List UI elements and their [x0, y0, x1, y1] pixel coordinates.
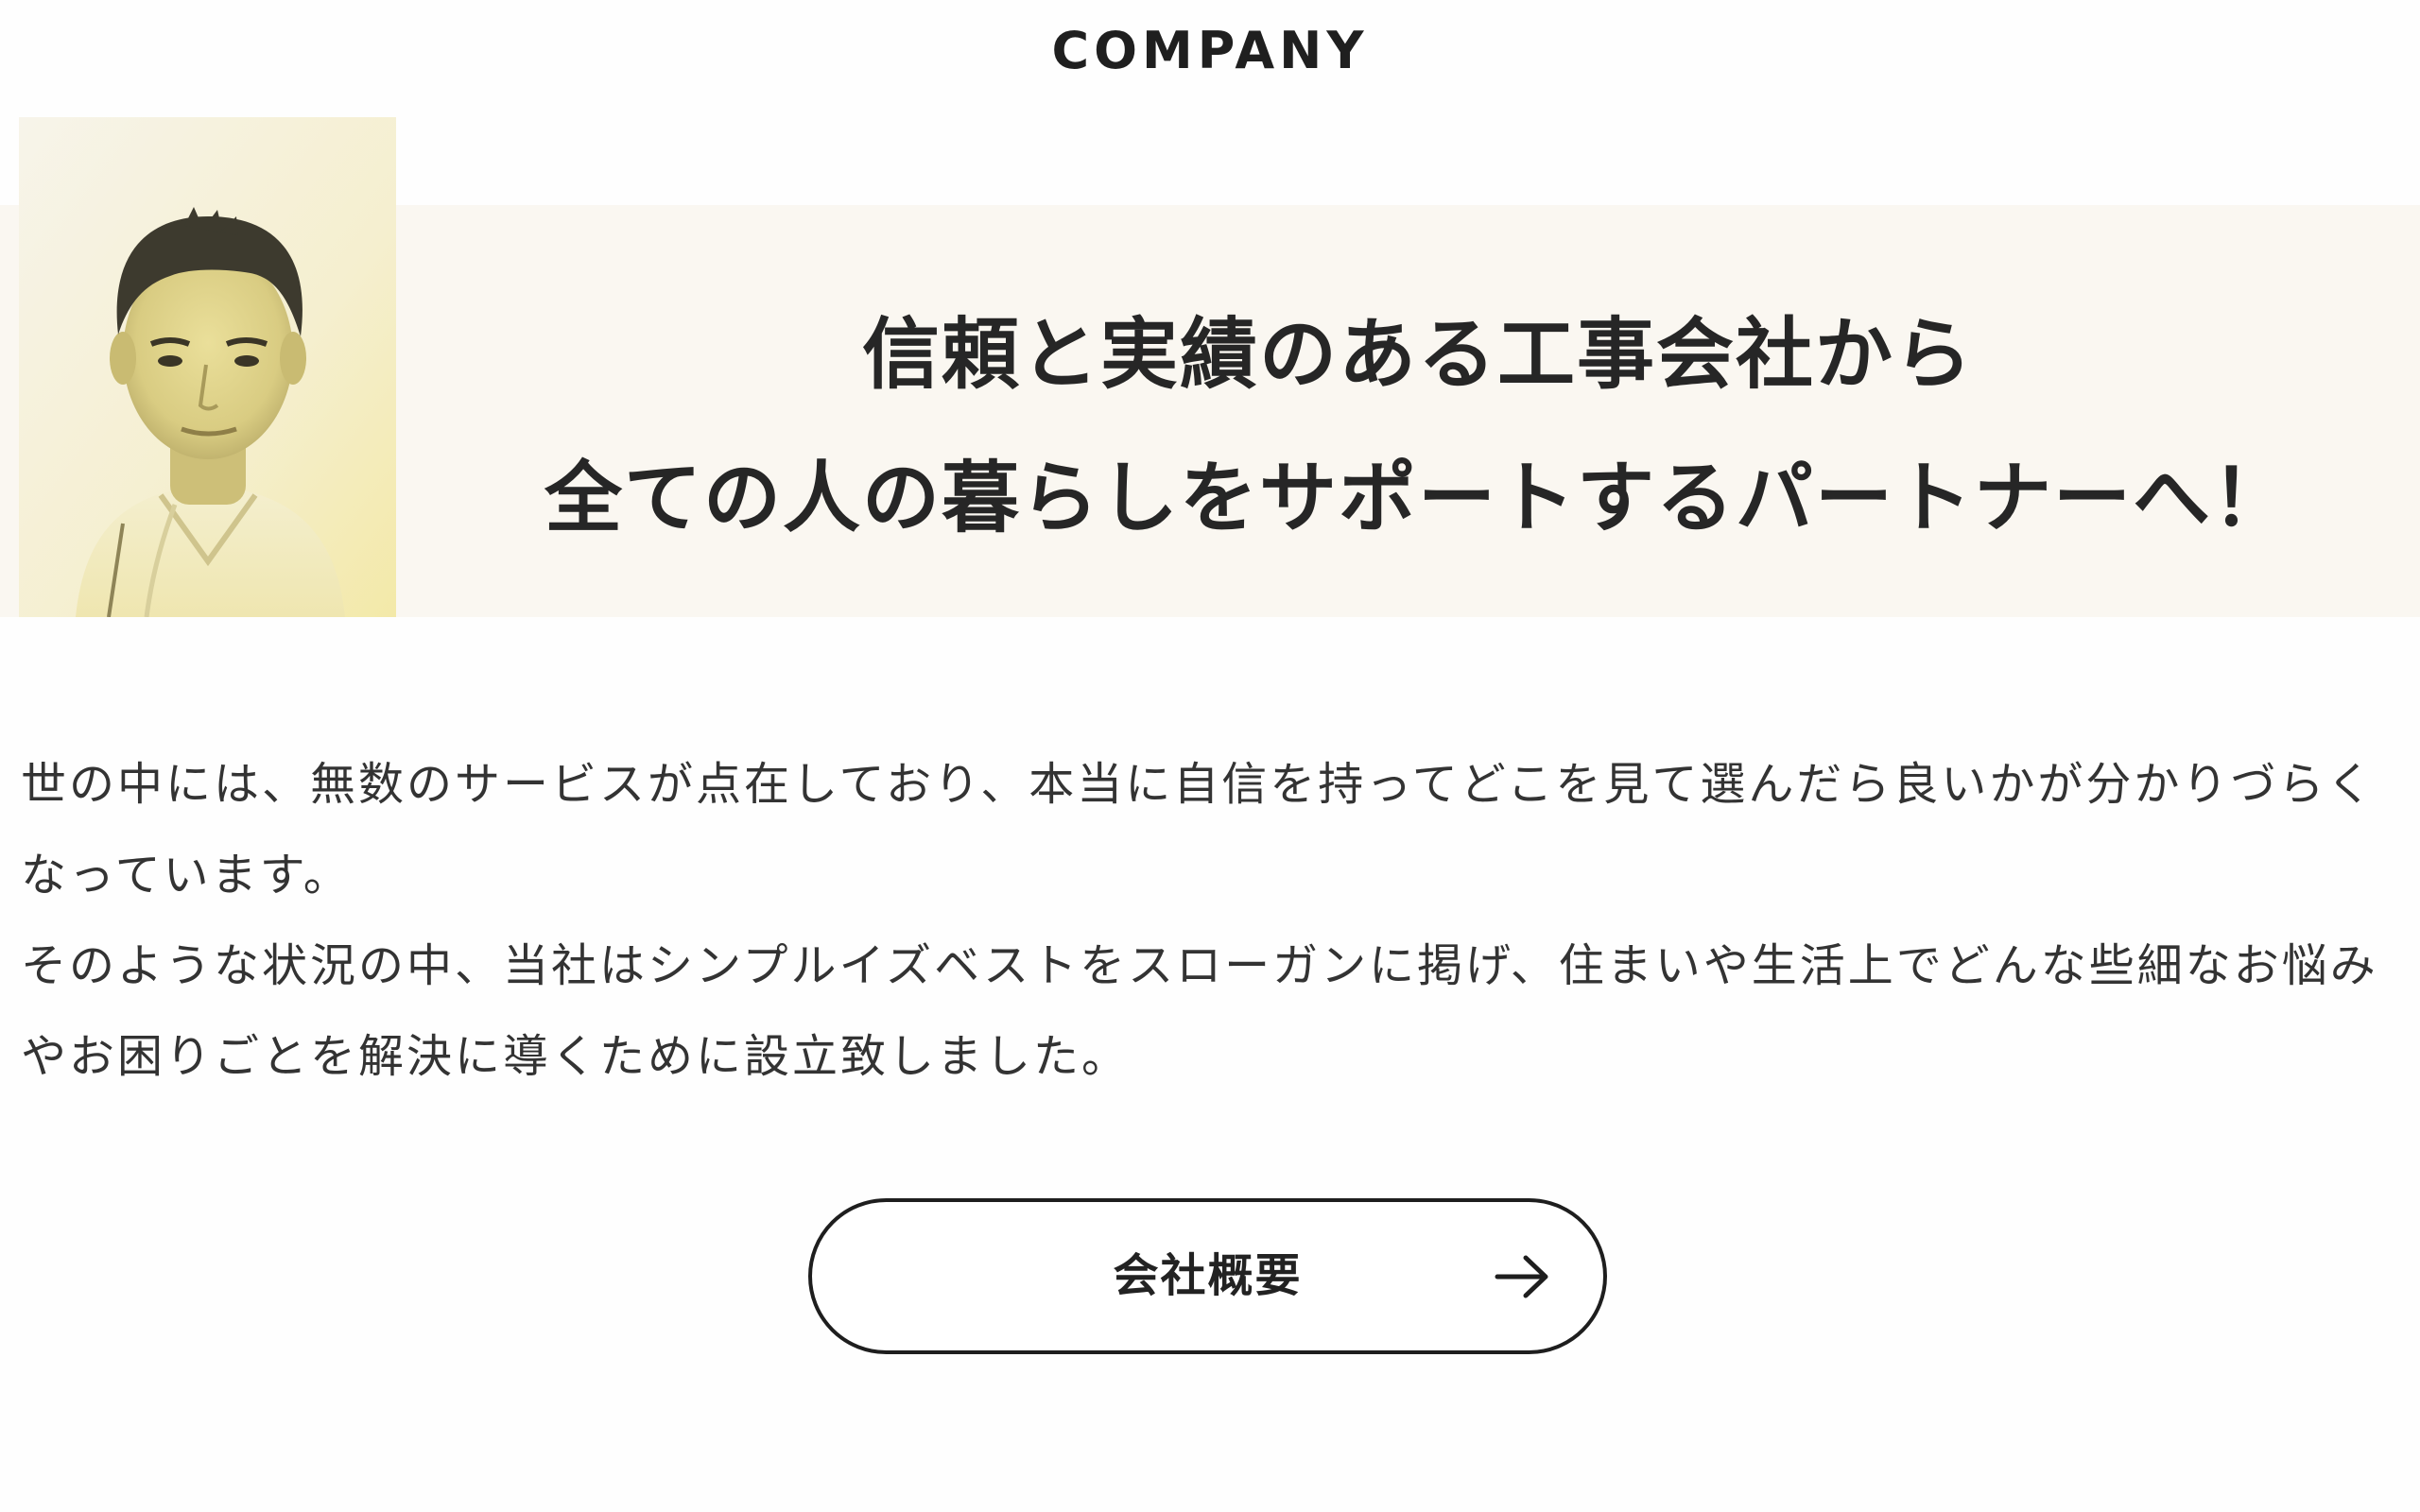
intro-paragraph-2: そのような状況の中、当社はシンプルイズベストをスローガンに掲げ、住まいや生活上で… [21, 939, 2378, 1083]
intro-text: 世の中には、無数のサービスが点在しており、本当に自信を持ってどこを見て選んだら良… [21, 739, 2403, 1102]
ceo-portrait [19, 117, 396, 617]
arrow-right-icon [1495, 1255, 1548, 1297]
company-section: COMPANY 信頼と実績のある工事会社から 全ての人の暮らしをサポートするパー… [0, 0, 2420, 1512]
company-overview-button[interactable]: 会社概要 [808, 1198, 1607, 1354]
company-overview-button-label: 会社概要 [1113, 1249, 1303, 1302]
hero-headline-line1: 信頼と実績のある工事会社から [861, 310, 1974, 400]
intro-paragraph-1: 世の中には、無数のサービスが点在しており、本当に自信を持ってどこを見て選んだら良… [21, 758, 2376, 902]
hero-headline: 信頼と実績のある工事会社から 全ての人の暮らしをサポートするパートナーへ！ [454, 284, 2382, 571]
section-title: COMPANY [1051, 21, 1369, 80]
hero-headline-line2: 全ての人の暮らしをサポートするパートナーへ！ [544, 454, 2291, 543]
